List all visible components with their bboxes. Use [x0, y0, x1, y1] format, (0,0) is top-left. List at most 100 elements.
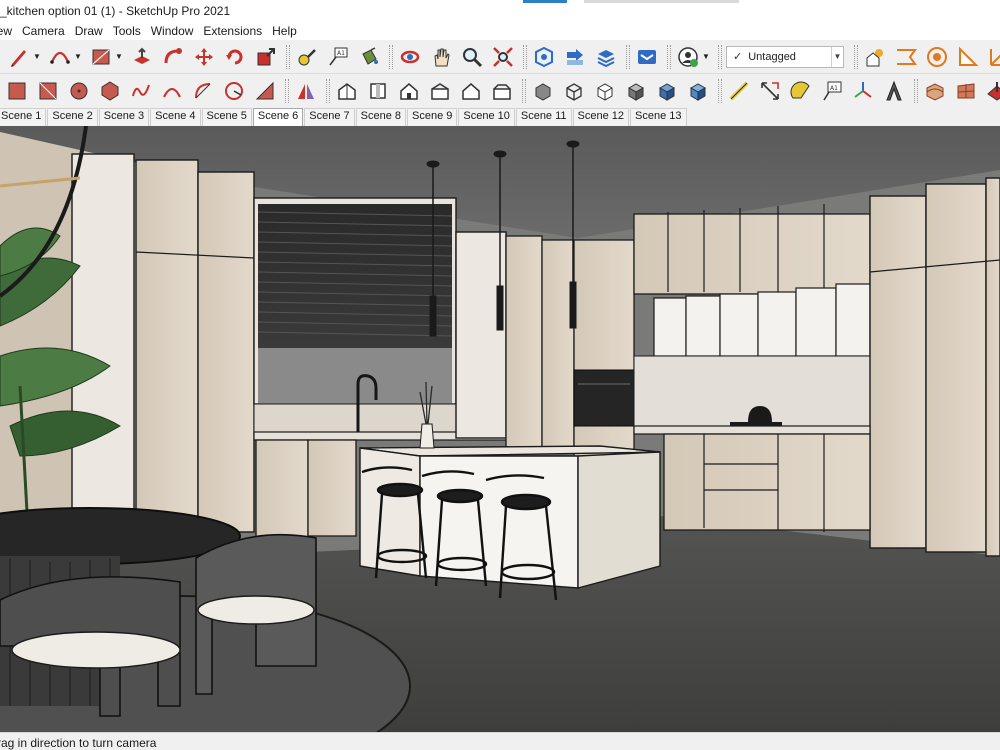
- wireframe-style-button[interactable]: [561, 78, 587, 104]
- axes-button[interactable]: [986, 44, 1000, 70]
- freehand-button[interactable]: [128, 78, 154, 104]
- sandbox-smoove-button[interactable]: [984, 78, 1000, 104]
- top-view-button[interactable]: [365, 78, 391, 104]
- tab-scene-5[interactable]: Scene 5: [201, 108, 252, 126]
- tape-icon: [729, 81, 749, 101]
- toolbar-grip[interactable]: [854, 44, 858, 69]
- tab-scene-7[interactable]: Scene 7: [304, 108, 355, 126]
- arc-button[interactable]: [159, 78, 185, 104]
- scene-tabs: Scene 1 Scene 2 Scene 3 Scene 4 Scene 5 …: [0, 108, 1000, 126]
- extension-warehouse-button[interactable]: [562, 44, 588, 70]
- menu-extensions[interactable]: Extensions: [198, 22, 267, 40]
- shaded-textures-button[interactable]: [654, 78, 680, 104]
- pan-button[interactable]: [428, 44, 454, 70]
- zoom-extents-button[interactable]: [490, 44, 516, 70]
- xray-style-button[interactable]: [530, 78, 556, 104]
- toolbar-grip[interactable]: [326, 79, 330, 103]
- orbit-button[interactable]: [397, 44, 423, 70]
- 3d-warehouse-button[interactable]: [531, 44, 557, 70]
- toolbar-grip[interactable]: [718, 44, 722, 69]
- menu-view[interactable]: iew: [0, 22, 17, 40]
- tab-scene-2[interactable]: Scene 2: [47, 108, 98, 126]
- pie-button[interactable]: [221, 78, 247, 104]
- left-view-button[interactable]: [489, 78, 515, 104]
- polygon-button[interactable]: [97, 78, 123, 104]
- tab-scene-9[interactable]: Scene 9: [407, 108, 458, 126]
- menu-draw[interactable]: Draw: [70, 22, 108, 40]
- push-pull-button[interactable]: [129, 44, 155, 70]
- tab-scene-8[interactable]: Scene 8: [355, 108, 406, 126]
- text-label-button[interactable]: A1: [819, 78, 845, 104]
- rectangle-tool-button[interactable]: [88, 44, 114, 70]
- two-point-arc-button[interactable]: [190, 78, 216, 104]
- tape-measure-button[interactable]: [294, 44, 320, 70]
- three-point-arc-button[interactable]: [252, 78, 278, 104]
- shaded-button[interactable]: [623, 78, 649, 104]
- axes-tool-button[interactable]: [850, 78, 876, 104]
- 3d-text-button[interactable]: [881, 78, 907, 104]
- tab-scene-4[interactable]: Scene 4: [150, 108, 201, 126]
- hidden-line-button[interactable]: [592, 78, 618, 104]
- offset-button[interactable]: [293, 78, 319, 104]
- toolbar-grip[interactable]: [626, 44, 630, 69]
- line-tool-button[interactable]: [6, 44, 32, 70]
- rectangle-tool-dropdown[interactable]: ▼: [115, 44, 123, 70]
- rotated-rectangle-icon: [39, 82, 57, 100]
- solar-north-button[interactable]: [862, 44, 888, 70]
- menu-help[interactable]: Help: [267, 22, 302, 40]
- tab-scene-12[interactable]: Scene 12: [572, 108, 630, 126]
- toolbar-grip[interactable]: [667, 44, 671, 69]
- zoom-button[interactable]: [459, 44, 485, 70]
- chevron-down-icon[interactable]: ▼: [831, 46, 843, 67]
- arc-tool-button[interactable]: [47, 44, 73, 70]
- circle-button[interactable]: [66, 78, 92, 104]
- kitchen-scene[interactable]: [0, 126, 1000, 732]
- toolbar-grip[interactable]: [389, 44, 393, 69]
- rotated-rectangle-button[interactable]: [35, 78, 61, 104]
- tab-scene-13[interactable]: Scene 13: [630, 108, 687, 126]
- menu-window[interactable]: Window: [146, 22, 199, 40]
- tab-scene-1[interactable]: Scene 1: [0, 108, 47, 126]
- dimension-button[interactable]: [726, 78, 752, 104]
- sandbox-scratch-button[interactable]: [953, 78, 979, 104]
- tab-scene-6[interactable]: Scene 6: [252, 108, 304, 126]
- protractor-tool-button[interactable]: [788, 78, 814, 104]
- tab-scene-3[interactable]: Scene 3: [98, 108, 150, 126]
- toolbar-grip[interactable]: [914, 79, 918, 103]
- toolbar-grip[interactable]: [523, 44, 527, 69]
- tab-scene-11[interactable]: Scene 11: [515, 108, 572, 126]
- front-view-button[interactable]: [396, 78, 422, 104]
- tag-select[interactable]: ✓ Untagged ▼: [726, 45, 844, 68]
- paint-bucket-button[interactable]: [356, 44, 382, 70]
- text-tool-button[interactable]: A1: [325, 44, 351, 70]
- scale-tool-button[interactable]: [253, 44, 279, 70]
- arc-tool-dropdown[interactable]: ▼: [74, 44, 82, 70]
- rotate-tool-button[interactable]: [222, 44, 248, 70]
- right-view-button[interactable]: [427, 78, 453, 104]
- layout-button[interactable]: [593, 44, 619, 70]
- menu-tools[interactable]: Tools: [108, 22, 146, 40]
- rectangle-button[interactable]: [4, 78, 30, 104]
- toolbar-grip[interactable]: [285, 79, 289, 103]
- section-plane-button[interactable]: [893, 44, 919, 70]
- menu-camera[interactable]: Camera: [17, 22, 70, 40]
- iso-view-button[interactable]: [334, 78, 360, 104]
- move-tool-button[interactable]: [191, 44, 217, 70]
- glass-cabinet-1: [653, 297, 687, 357]
- line-tool-dropdown[interactable]: ▼: [33, 44, 41, 70]
- toolbar-grip[interactable]: [718, 79, 722, 103]
- monochrome-button[interactable]: [685, 78, 711, 104]
- toolbar-grip[interactable]: [286, 44, 290, 69]
- protractor-button[interactable]: [955, 44, 981, 70]
- account-dropdown[interactable]: ▼: [702, 44, 710, 70]
- extension-manager-button[interactable]: [634, 44, 660, 70]
- tab-scene-10[interactable]: Scene 10: [458, 108, 515, 126]
- toolbar-grip[interactable]: [522, 79, 526, 103]
- dimensions-tool-button[interactable]: [757, 78, 783, 104]
- back-view-button[interactable]: [458, 78, 484, 104]
- sandbox-contours-button[interactable]: [922, 78, 948, 104]
- model-viewport[interactable]: [0, 126, 1000, 732]
- follow-me-button[interactable]: [160, 44, 186, 70]
- account-button[interactable]: [675, 44, 701, 70]
- display-section-button[interactable]: [924, 44, 950, 70]
